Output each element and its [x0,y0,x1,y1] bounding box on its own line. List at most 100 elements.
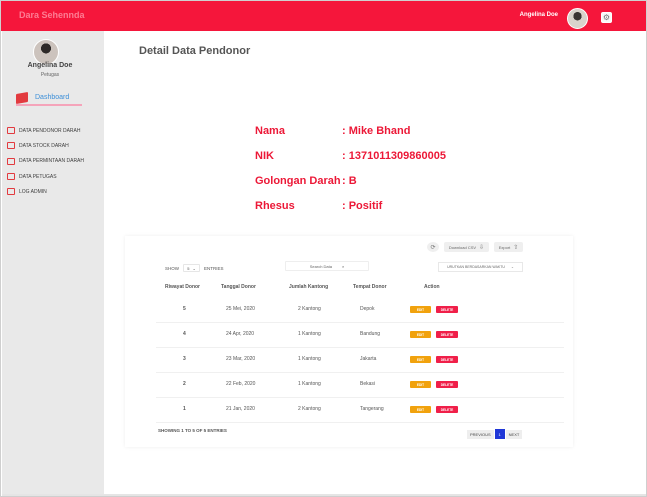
column-header-place[interactable]: Tempat Donor [353,284,387,290]
sidebar-menu: DATA PENDONOR DARAH DATA STOCK DARAH DAT… [7,123,103,199]
sidebar-item-log[interactable]: LOG ADMIN [7,184,103,199]
top-user-name[interactable]: Angelina Doe [520,12,558,18]
entries-select[interactable]: 5 ⌄ [183,264,200,272]
sidebar: Angelina Doe Petugas Dashboard DATA PEND… [2,31,104,495]
edit-button[interactable]: EDIT [410,331,431,338]
column-header-history[interactable]: Riwayat Donor [165,284,200,290]
show-entries: SHOW 5 ⌄ ENTRIES [165,264,224,272]
donor-icon [7,127,15,135]
detail-value: : Positif [342,200,383,212]
download-icon: ⇩ [479,244,485,251]
donation-history-card: ⟳ Download CSV ⇩ Export ⇧ SHOW 5 ⌄ ENTRIES … [125,236,573,447]
sort-by-time-select[interactable]: URUTKAN BERDASARKAN WAKTU ⌄ [438,262,523,272]
table-row: 1 21 Jan, 2020 2 Kantong Tangerang EDIT … [156,398,564,423]
detail-value: : B [342,175,357,187]
sidebar-item-staff[interactable]: DATA PETUGAS [7,169,103,184]
date-cell: 21 Jan, 2020 [226,406,255,412]
date-cell: 23 Mar, 2020 [226,356,256,362]
sidebar-user-role: Petugas [40,72,60,78]
sidebar-item-label: DATA PETUGAS [19,173,57,180]
request-icon [7,157,15,165]
refresh-icon: ⟳ [430,244,436,251]
history-cell: 4 [183,331,186,337]
pagination: PREVIOUS 1 NEXT [467,429,523,439]
date-cell: 24 Apr, 2020 [226,331,255,337]
sidebar-item-label: DATA PENDONOR DARAH [19,127,81,134]
bags-cell: 1 Kantong [298,381,321,387]
detail-value: : 1371011309860005 [342,150,446,162]
table-row: 5 25 Mei, 2020 2 Kantong Depok EDIT DELE… [156,298,564,323]
delete-button[interactable]: DELETE [436,381,458,388]
search-icon: ⌕ [341,263,345,269]
date-cell: 25 Mei, 2020 [226,306,255,312]
dashboard-icon [16,91,28,104]
chevron-down-icon: ⌄ [510,265,514,269]
chevron-down-icon: ⌄ [192,265,196,271]
entries-value: 5 [187,265,190,271]
previous-page-button[interactable]: PREVIOUS [467,429,494,439]
export-icon: ⇧ [513,244,519,251]
sidebar-item-donor[interactable]: DATA PENDONOR DARAH [7,123,103,138]
edit-button[interactable]: EDIT [410,306,431,313]
show-label: SHOW [165,265,179,271]
edit-button[interactable]: EDIT [410,406,431,413]
sidebar-item-label: DATA PERMINTAAN DARAH [19,158,85,165]
app-window: Dara Sehennda Angelina Doe ⚙ Angelina Do… [0,0,647,497]
delete-button[interactable]: DELETE [436,356,458,363]
log-icon [7,188,15,196]
export-button[interactable]: Export ⇧ [494,242,523,252]
user-avatar[interactable] [567,8,588,29]
sidebar-item-dashboard[interactable]: Dashboard [16,91,82,106]
place-cell: Depok [360,306,375,312]
sidebar-user-name: Angelina Doe [27,62,73,69]
detail-label: Nama [255,125,285,137]
search-input[interactable]: Search Data ⌕ [285,261,369,271]
table-summary: SHOWING 1 TO 5 OF 5 ENTRIES [158,428,227,433]
page-1-button[interactable]: 1 [494,429,505,439]
next-page-button[interactable]: NEXT [505,429,523,439]
delete-button[interactable]: DELETE [436,331,458,338]
sort-label: URUTKAN BERDASARKAN WAKTU [447,265,505,269]
place-cell: Bekasi [360,381,376,387]
place-cell: Jakarta [360,356,377,362]
stock-icon [7,142,15,150]
refresh-button[interactable]: ⟳ [427,242,439,252]
place-cell: Bandung [360,331,381,337]
table-row: 2 22 Feb, 2020 1 Kantong Bekasi EDIT DEL… [156,373,564,398]
detail-label: Rhesus [255,200,295,212]
entries-label: ENTRIES [204,265,224,271]
top-bar: Dara Sehennda Angelina Doe ⚙ [1,1,646,31]
history-cell: 5 [183,306,186,312]
history-cell: 3 [183,356,186,362]
edit-button[interactable]: EDIT [410,356,431,363]
download-label: Download CSV [448,244,477,250]
sidebar-item-label: DATA STOCK DARAH [19,142,69,149]
bags-cell: 2 Kantong [298,306,321,312]
sidebar-item-stock[interactable]: DATA STOCK DARAH [7,138,103,153]
column-header-date[interactable]: Tanggal Donor [221,284,256,290]
export-label: Export [498,244,511,250]
detail-label: NIK [255,150,274,162]
bags-cell: 1 Kantong [298,356,321,362]
date-cell: 22 Feb, 2020 [226,381,256,387]
column-header-action: Action [424,284,440,290]
history-cell: 2 [183,381,186,387]
place-cell: Tangerang [360,406,384,412]
download-button[interactable]: Download CSV ⇩ [444,242,489,252]
bags-cell: 1 Kantong [298,331,321,337]
search-placeholder: Search Data [309,263,332,269]
brand-logo[interactable]: Dara Sehennda [19,10,85,20]
detail-label: Golongan Darah [255,175,341,187]
sidebar-item-request[interactable]: DATA PERMINTAAN DARAH [7,154,103,169]
sidebar-item-label: LOG ADMIN [19,188,47,195]
gear-icon[interactable]: ⚙ [601,12,612,23]
page-title: Detail Data Pendonor [139,45,251,57]
bags-cell: 2 Kantong [298,406,321,412]
delete-button[interactable]: DELETE [436,306,458,313]
table-row: 4 24 Apr, 2020 1 Kantong Bandung EDIT DE… [156,323,564,348]
edit-button[interactable]: EDIT [410,381,431,388]
delete-button[interactable]: DELETE [436,406,458,413]
column-header-bags[interactable]: Jumlah Kantong [289,284,328,290]
table-row: 3 23 Mar, 2020 1 Kantong Jakarta EDIT DE… [156,348,564,373]
dashboard-label: Dashboard [35,94,70,101]
